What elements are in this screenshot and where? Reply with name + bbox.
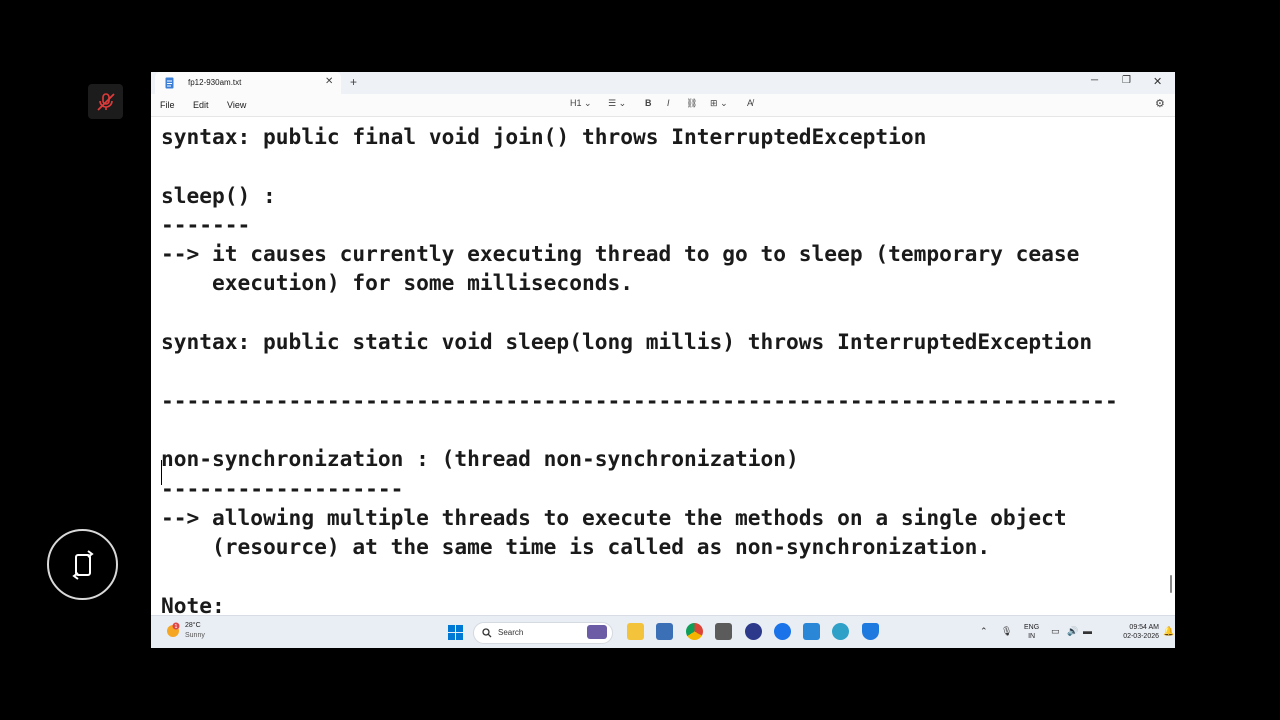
minimize-icon[interactable]: ─ bbox=[1091, 75, 1098, 86]
table-dropdown[interactable]: ⊞ ⌄ bbox=[710, 98, 728, 109]
search-highlight-icon bbox=[587, 625, 607, 639]
editor-line: --> it causes currently executing thread… bbox=[161, 241, 1080, 267]
editor-line: syntax: public static void sleep(long mi… bbox=[161, 329, 1093, 355]
region-code: IN bbox=[1028, 633, 1036, 640]
text-caret bbox=[161, 460, 162, 485]
vertical-scrollbar[interactable] bbox=[1170, 575, 1172, 593]
settings-gear-icon[interactable]: ⚙ bbox=[1155, 97, 1165, 110]
weather-widget[interactable]: 1 bbox=[165, 622, 181, 643]
editor-line: --> allowing multiple threads to execute… bbox=[161, 504, 1067, 530]
mic-muted-icon bbox=[96, 92, 115, 111]
editor-line: syntax: public final void join() throws … bbox=[161, 124, 927, 149]
tab-document[interactable]: fp12-930am.txt ✕ bbox=[155, 72, 341, 94]
screen-rotate-button[interactable] bbox=[47, 529, 118, 600]
chevron-up-icon[interactable]: ⌃ bbox=[980, 626, 988, 637]
clear-formatting-icon[interactable]: A̸ bbox=[747, 98, 753, 108]
editor-line: ------- bbox=[161, 211, 251, 237]
volume-icon[interactable]: 🔊 bbox=[1067, 626, 1078, 637]
microphone-icon[interactable]: 🎙 bbox=[1001, 626, 1012, 637]
list-icon: ☰ bbox=[608, 98, 617, 108]
network-icon[interactable]: ▭ bbox=[1051, 626, 1060, 637]
editor-line: execution) for some milliseconds. bbox=[161, 270, 633, 296]
search-icon bbox=[482, 628, 492, 638]
battery-icon[interactable]: ▬ bbox=[1083, 626, 1092, 636]
list-dropdown[interactable]: ☰ ⌄ bbox=[608, 98, 626, 109]
language-indicator[interactable]: ENG IN bbox=[1024, 623, 1039, 641]
app-icon[interactable] bbox=[715, 623, 732, 640]
menu-edit[interactable]: Edit bbox=[193, 100, 209, 110]
windows-taskbar: 1 28°C Sunny Search ⌃ 🎙 ENG IN ▭ 🔊 ▬ 09:… bbox=[151, 615, 1175, 648]
notepad-taskbar-icon[interactable] bbox=[803, 623, 820, 640]
editor-line: (resource) at the same time is called as… bbox=[161, 534, 991, 560]
security-shield-icon[interactable] bbox=[862, 623, 879, 640]
editor-line: non-synchronization : (thread non-synchr… bbox=[161, 446, 799, 472]
clock-time: 09:54 AM bbox=[1129, 624, 1159, 631]
table-icon: ⊞ bbox=[710, 98, 718, 108]
app-icon[interactable] bbox=[832, 623, 849, 640]
close-window-icon[interactable]: ✕ bbox=[1153, 75, 1162, 88]
editor-line: Note: bbox=[161, 592, 225, 615]
screen-rotate-icon bbox=[71, 549, 94, 580]
chevron-down-icon: ⌄ bbox=[720, 98, 728, 108]
shared-screen: fp12-930am.txt ✕ + ─ ❐ ✕ File Edit View … bbox=[151, 72, 1175, 648]
clock-date: 02-03-2026 bbox=[1123, 633, 1159, 640]
chevron-down-icon: ⌄ bbox=[584, 98, 592, 108]
weather-condition: Sunny bbox=[185, 632, 205, 639]
link-icon[interactable]: ⛓ bbox=[686, 98, 697, 109]
weather-temperature: 28°C bbox=[185, 622, 201, 629]
editor-text: syntax: public final void join() throws … bbox=[161, 122, 1118, 615]
italic-button[interactable]: I bbox=[667, 98, 670, 108]
text-editor[interactable]: syntax: public final void join() throws … bbox=[151, 117, 1175, 615]
windows-start-icon[interactable] bbox=[448, 625, 463, 640]
heading-label: H1 bbox=[570, 98, 582, 108]
close-tab-icon[interactable]: ✕ bbox=[325, 76, 333, 87]
system-clock[interactable]: 09:54 AM 02-03-2026 bbox=[1103, 623, 1159, 641]
title-bar: fp12-930am.txt ✕ + ─ ❐ ✕ bbox=[151, 72, 1175, 94]
mic-mute-button[interactable] bbox=[88, 84, 123, 119]
menu-view[interactable]: View bbox=[227, 100, 246, 110]
weather-badge: 1 bbox=[174, 624, 177, 630]
new-tab-icon[interactable]: + bbox=[350, 75, 357, 89]
app-icon[interactable] bbox=[745, 623, 762, 640]
tab-title: fp12-930am.txt bbox=[188, 78, 242, 87]
zoom-icon[interactable] bbox=[774, 623, 791, 640]
chrome-icon[interactable] bbox=[686, 623, 703, 640]
chevron-down-icon: ⌄ bbox=[618, 98, 627, 108]
maximize-icon[interactable]: ❐ bbox=[1122, 75, 1131, 86]
notifications-icon[interactable]: 🔔 bbox=[1163, 626, 1174, 637]
menu-bar: File Edit View H1 ⌄ ☰ ⌄ B I ⛓ ⊞ ⌄ A̸ ⚙ bbox=[151, 94, 1175, 117]
sun-icon: 1 bbox=[167, 622, 180, 637]
editor-line: ----------------------------------------… bbox=[161, 387, 1118, 413]
bold-button[interactable]: B bbox=[645, 98, 652, 108]
taskbar-search[interactable]: Search bbox=[473, 622, 613, 644]
app-icon[interactable] bbox=[656, 623, 673, 640]
menu-file[interactable]: File bbox=[160, 100, 175, 110]
language-code: ENG bbox=[1024, 624, 1040, 631]
search-placeholder: Search bbox=[498, 628, 524, 637]
file-explorer-icon[interactable] bbox=[627, 623, 644, 640]
editor-line: sleep() : bbox=[161, 182, 276, 208]
heading-dropdown[interactable]: H1 ⌄ bbox=[570, 98, 592, 109]
editor-line: ------------------- bbox=[161, 475, 404, 501]
notepad-icon bbox=[165, 77, 174, 89]
